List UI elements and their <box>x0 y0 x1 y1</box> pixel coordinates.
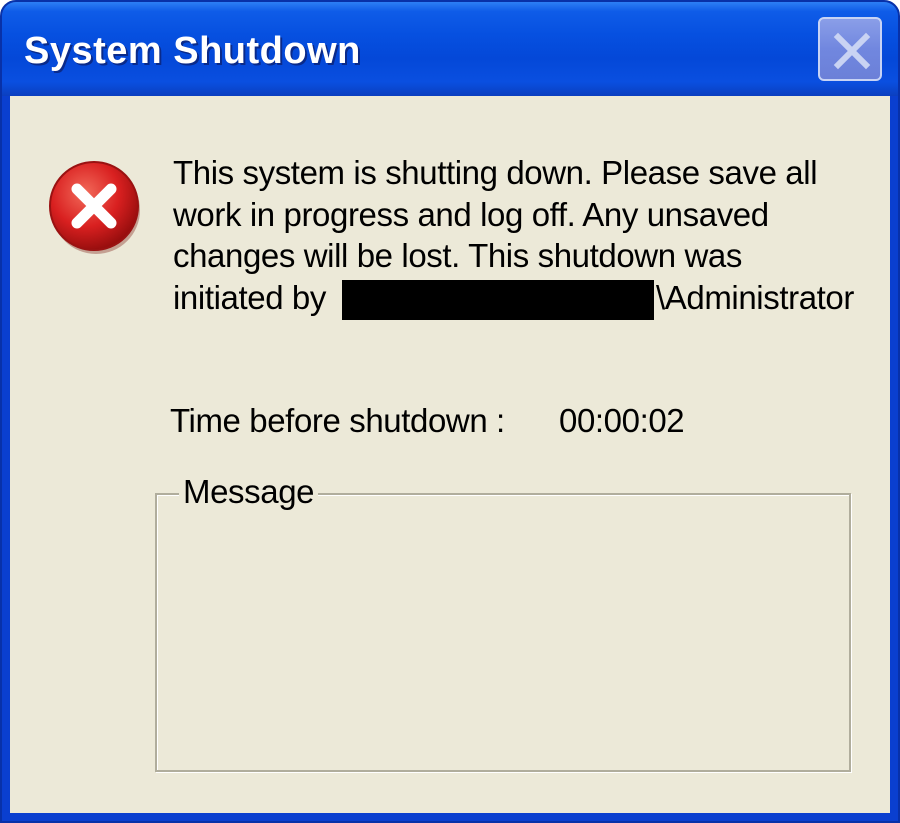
close-button[interactable] <box>818 17 882 81</box>
initiator-suffix: \Administrator <box>656 279 854 316</box>
dialog-body: This system is shutting down. Please sav… <box>10 96 890 813</box>
title-bar[interactable]: System Shutdown <box>2 2 898 96</box>
message-line-2: work in progress and log off. Any unsave… <box>173 196 769 233</box>
message-group-label: Message <box>179 473 319 511</box>
redacted-domain <box>342 280 654 320</box>
message-line-1: This system is shutting down. Please sav… <box>173 154 818 191</box>
time-before-shutdown-label: Time before shutdown : <box>170 402 505 439</box>
window-title: System Shutdown <box>24 30 361 72</box>
close-icon <box>833 32 871 70</box>
message-line-3: changes will be lost. This shutdown was <box>173 237 742 274</box>
time-before-shutdown-value: 00:00:02 <box>559 402 685 439</box>
shutdown-dialog-window: System Shutdown This system is shutting … <box>0 0 900 823</box>
error-icon <box>49 161 140 254</box>
message-groupbox: Message <box>155 473 851 772</box>
message-line-4: initiated by <box>173 279 326 316</box>
